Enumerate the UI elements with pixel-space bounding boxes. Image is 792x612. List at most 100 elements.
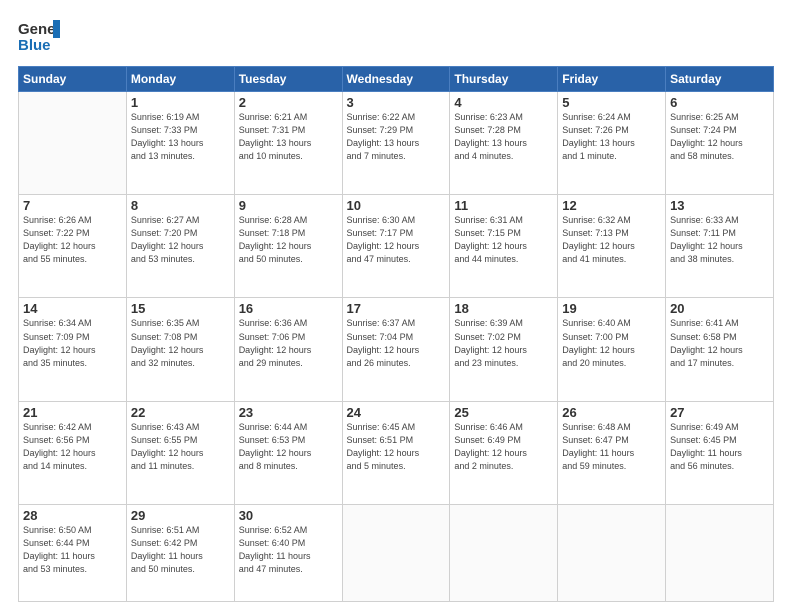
calendar-cell: 3Sunrise: 6:22 AM Sunset: 7:29 PM Daylig… xyxy=(342,92,450,195)
calendar-cell: 26Sunrise: 6:48 AM Sunset: 6:47 PM Dayli… xyxy=(558,401,666,504)
day-number: 1 xyxy=(131,95,230,110)
calendar-cell xyxy=(666,504,774,601)
calendar-cell: 18Sunrise: 6:39 AM Sunset: 7:02 PM Dayli… xyxy=(450,298,558,401)
day-info: Sunrise: 6:34 AM Sunset: 7:09 PM Dayligh… xyxy=(23,317,122,369)
weekday-header-tuesday: Tuesday xyxy=(234,67,342,92)
day-info: Sunrise: 6:49 AM Sunset: 6:45 PM Dayligh… xyxy=(670,421,769,473)
day-number: 6 xyxy=(670,95,769,110)
calendar-cell: 12Sunrise: 6:32 AM Sunset: 7:13 PM Dayli… xyxy=(558,195,666,298)
day-number: 25 xyxy=(454,405,553,420)
day-number: 20 xyxy=(670,301,769,316)
calendar-week-row: 21Sunrise: 6:42 AM Sunset: 6:56 PM Dayli… xyxy=(19,401,774,504)
day-number: 19 xyxy=(562,301,661,316)
page: GeneralBlue SundayMondayTuesdayWednesday… xyxy=(0,0,792,612)
day-info: Sunrise: 6:45 AM Sunset: 6:51 PM Dayligh… xyxy=(347,421,446,473)
day-info: Sunrise: 6:51 AM Sunset: 6:42 PM Dayligh… xyxy=(131,524,230,576)
day-number: 18 xyxy=(454,301,553,316)
weekday-header-monday: Monday xyxy=(126,67,234,92)
weekday-header-saturday: Saturday xyxy=(666,67,774,92)
day-number: 30 xyxy=(239,508,338,523)
calendar-week-row: 7Sunrise: 6:26 AM Sunset: 7:22 PM Daylig… xyxy=(19,195,774,298)
weekday-header-friday: Friday xyxy=(558,67,666,92)
day-number: 9 xyxy=(239,198,338,213)
day-info: Sunrise: 6:22 AM Sunset: 7:29 PM Dayligh… xyxy=(347,111,446,163)
calendar-cell: 15Sunrise: 6:35 AM Sunset: 7:08 PM Dayli… xyxy=(126,298,234,401)
calendar-cell: 29Sunrise: 6:51 AM Sunset: 6:42 PM Dayli… xyxy=(126,504,234,601)
day-info: Sunrise: 6:25 AM Sunset: 7:24 PM Dayligh… xyxy=(670,111,769,163)
day-info: Sunrise: 6:31 AM Sunset: 7:15 PM Dayligh… xyxy=(454,214,553,266)
day-number: 26 xyxy=(562,405,661,420)
day-info: Sunrise: 6:48 AM Sunset: 6:47 PM Dayligh… xyxy=(562,421,661,473)
day-number: 15 xyxy=(131,301,230,316)
day-number: 10 xyxy=(347,198,446,213)
day-info: Sunrise: 6:42 AM Sunset: 6:56 PM Dayligh… xyxy=(23,421,122,473)
calendar-cell: 23Sunrise: 6:44 AM Sunset: 6:53 PM Dayli… xyxy=(234,401,342,504)
calendar-cell: 17Sunrise: 6:37 AM Sunset: 7:04 PM Dayli… xyxy=(342,298,450,401)
day-number: 4 xyxy=(454,95,553,110)
calendar-cell xyxy=(19,92,127,195)
day-number: 21 xyxy=(23,405,122,420)
day-info: Sunrise: 6:32 AM Sunset: 7:13 PM Dayligh… xyxy=(562,214,661,266)
calendar-cell: 16Sunrise: 6:36 AM Sunset: 7:06 PM Dayli… xyxy=(234,298,342,401)
calendar-cell: 22Sunrise: 6:43 AM Sunset: 6:55 PM Dayli… xyxy=(126,401,234,504)
header: GeneralBlue xyxy=(18,18,774,56)
day-number: 28 xyxy=(23,508,122,523)
calendar-cell xyxy=(558,504,666,601)
day-number: 12 xyxy=(562,198,661,213)
calendar-cell: 28Sunrise: 6:50 AM Sunset: 6:44 PM Dayli… xyxy=(19,504,127,601)
weekday-header-sunday: Sunday xyxy=(19,67,127,92)
calendar-cell: 20Sunrise: 6:41 AM Sunset: 6:58 PM Dayli… xyxy=(666,298,774,401)
calendar-cell: 21Sunrise: 6:42 AM Sunset: 6:56 PM Dayli… xyxy=(19,401,127,504)
day-info: Sunrise: 6:23 AM Sunset: 7:28 PM Dayligh… xyxy=(454,111,553,163)
day-info: Sunrise: 6:26 AM Sunset: 7:22 PM Dayligh… xyxy=(23,214,122,266)
day-number: 5 xyxy=(562,95,661,110)
day-info: Sunrise: 6:36 AM Sunset: 7:06 PM Dayligh… xyxy=(239,317,338,369)
calendar-cell xyxy=(342,504,450,601)
day-info: Sunrise: 6:35 AM Sunset: 7:08 PM Dayligh… xyxy=(131,317,230,369)
calendar-cell: 19Sunrise: 6:40 AM Sunset: 7:00 PM Dayli… xyxy=(558,298,666,401)
day-info: Sunrise: 6:19 AM Sunset: 7:33 PM Dayligh… xyxy=(131,111,230,163)
day-info: Sunrise: 6:37 AM Sunset: 7:04 PM Dayligh… xyxy=(347,317,446,369)
calendar-cell: 14Sunrise: 6:34 AM Sunset: 7:09 PM Dayli… xyxy=(19,298,127,401)
calendar-cell: 13Sunrise: 6:33 AM Sunset: 7:11 PM Dayli… xyxy=(666,195,774,298)
day-info: Sunrise: 6:27 AM Sunset: 7:20 PM Dayligh… xyxy=(131,214,230,266)
day-info: Sunrise: 6:21 AM Sunset: 7:31 PM Dayligh… xyxy=(239,111,338,163)
day-number: 13 xyxy=(670,198,769,213)
day-info: Sunrise: 6:30 AM Sunset: 7:17 PM Dayligh… xyxy=(347,214,446,266)
day-number: 7 xyxy=(23,198,122,213)
weekday-header-row: SundayMondayTuesdayWednesdayThursdayFrid… xyxy=(19,67,774,92)
day-number: 29 xyxy=(131,508,230,523)
weekday-header-thursday: Thursday xyxy=(450,67,558,92)
day-number: 11 xyxy=(454,198,553,213)
svg-text:Blue: Blue xyxy=(18,37,51,54)
calendar-cell: 27Sunrise: 6:49 AM Sunset: 6:45 PM Dayli… xyxy=(666,401,774,504)
calendar-week-row: 1Sunrise: 6:19 AM Sunset: 7:33 PM Daylig… xyxy=(19,92,774,195)
calendar-cell: 9Sunrise: 6:28 AM Sunset: 7:18 PM Daylig… xyxy=(234,195,342,298)
day-number: 24 xyxy=(347,405,446,420)
day-number: 16 xyxy=(239,301,338,316)
calendar-cell: 25Sunrise: 6:46 AM Sunset: 6:49 PM Dayli… xyxy=(450,401,558,504)
day-info: Sunrise: 6:46 AM Sunset: 6:49 PM Dayligh… xyxy=(454,421,553,473)
calendar-cell: 7Sunrise: 6:26 AM Sunset: 7:22 PM Daylig… xyxy=(19,195,127,298)
logo: GeneralBlue xyxy=(18,18,60,56)
weekday-header-wednesday: Wednesday xyxy=(342,67,450,92)
day-info: Sunrise: 6:40 AM Sunset: 7:00 PM Dayligh… xyxy=(562,317,661,369)
day-number: 2 xyxy=(239,95,338,110)
calendar-table: SundayMondayTuesdayWednesdayThursdayFrid… xyxy=(18,66,774,602)
day-number: 23 xyxy=(239,405,338,420)
day-info: Sunrise: 6:41 AM Sunset: 6:58 PM Dayligh… xyxy=(670,317,769,369)
day-info: Sunrise: 6:39 AM Sunset: 7:02 PM Dayligh… xyxy=(454,317,553,369)
calendar-week-row: 14Sunrise: 6:34 AM Sunset: 7:09 PM Dayli… xyxy=(19,298,774,401)
day-number: 3 xyxy=(347,95,446,110)
calendar-cell: 2Sunrise: 6:21 AM Sunset: 7:31 PM Daylig… xyxy=(234,92,342,195)
calendar-cell: 24Sunrise: 6:45 AM Sunset: 6:51 PM Dayli… xyxy=(342,401,450,504)
day-number: 22 xyxy=(131,405,230,420)
day-info: Sunrise: 6:24 AM Sunset: 7:26 PM Dayligh… xyxy=(562,111,661,163)
calendar-week-row: 28Sunrise: 6:50 AM Sunset: 6:44 PM Dayli… xyxy=(19,504,774,601)
day-info: Sunrise: 6:50 AM Sunset: 6:44 PM Dayligh… xyxy=(23,524,122,576)
day-info: Sunrise: 6:33 AM Sunset: 7:11 PM Dayligh… xyxy=(670,214,769,266)
day-number: 14 xyxy=(23,301,122,316)
logo-svg: GeneralBlue xyxy=(18,18,60,56)
day-number: 8 xyxy=(131,198,230,213)
calendar-cell: 10Sunrise: 6:30 AM Sunset: 7:17 PM Dayli… xyxy=(342,195,450,298)
